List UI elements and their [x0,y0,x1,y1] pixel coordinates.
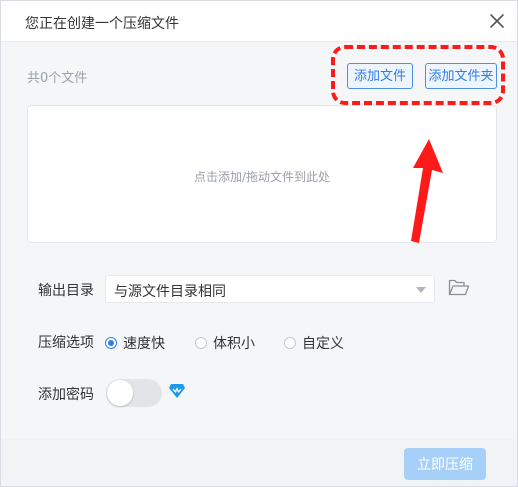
password-label: 添加密码 [38,387,94,403]
radio-label-custom: 自定义 [302,336,344,352]
annotation-highlight [331,45,505,105]
radio-custom[interactable]: 自定义 [284,333,344,353]
compress-dialog: 您正在创建一个压缩文件 共0个文件 添加文件 添加文件夹 点击添加/拖动文件到此… [0,0,518,487]
folder-open-icon[interactable] [448,279,470,297]
output-dir-select[interactable]: 与源文件目录相同 [105,275,435,303]
radio-circle [284,337,296,349]
radio-size[interactable]: 体积小 [195,333,255,353]
title-bar: 您正在创建一个压缩文件 [1,1,517,42]
annotation-arrow [411,139,443,243]
radio-label-speed: 速度快 [123,336,165,352]
radio-speed[interactable]: 速度快 [105,333,165,353]
output-dir-label: 输出目录 [38,283,94,299]
file-count: 共0个文件 [27,71,88,86]
compress-options-label: 压缩选项 [38,335,94,351]
radio-circle [105,337,117,349]
password-toggle[interactable] [106,379,162,407]
vip-crown-icon [169,384,185,398]
radio-circle [195,337,207,349]
caret-down-icon [416,287,426,293]
dialog-title: 您正在创建一个压缩文件 [25,16,179,32]
toggle-knob [107,380,133,406]
compress-now-button[interactable]: 立即压缩 [404,448,486,480]
close-icon[interactable] [487,11,507,31]
radio-label-size: 体积小 [213,336,255,352]
output-dir-value: 与源文件目录相同 [114,284,226,300]
